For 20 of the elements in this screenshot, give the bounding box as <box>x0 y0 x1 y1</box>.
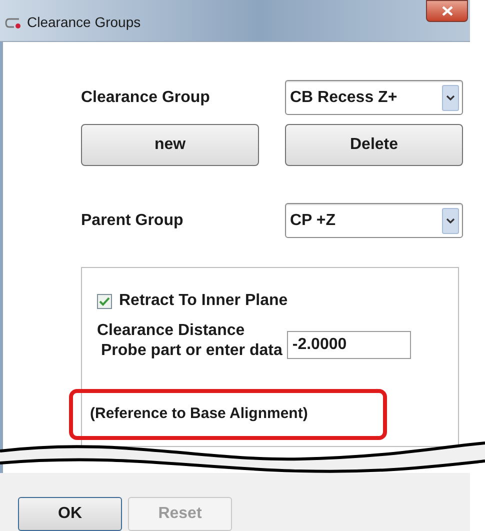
reference-note: (Reference to Base Alignment) <box>69 389 387 440</box>
close-icon <box>442 6 452 16</box>
checkbox-label: Retract To Inner Plane <box>119 291 288 311</box>
dropdown[interactable]: CP +Z <box>285 203 463 238</box>
app-icon <box>5 16 22 28</box>
dropdown[interactable]: CB Recess Z+ <box>285 80 463 115</box>
field-label: Clearance Distance <box>97 321 246 341</box>
field-hint: Probe part or enter data <box>100 341 282 361</box>
check-icon <box>99 296 110 306</box>
window-title: Clearance Groups <box>27 13 141 32</box>
field-label: Clearance Group <box>81 88 210 108</box>
action-button[interactable]: new <box>81 124 259 166</box>
chevron-down-icon <box>442 84 459 110</box>
field-label: Parent Group <box>81 210 184 230</box>
close-button[interactable] <box>426 0 468 22</box>
action-button[interactable]: Delete <box>285 124 463 166</box>
checkbox[interactable] <box>97 294 112 308</box>
dialog-button[interactable]: OK <box>18 497 122 531</box>
distance-field[interactable]: -2.0000 <box>287 331 412 359</box>
chevron-down-icon <box>442 208 459 234</box>
